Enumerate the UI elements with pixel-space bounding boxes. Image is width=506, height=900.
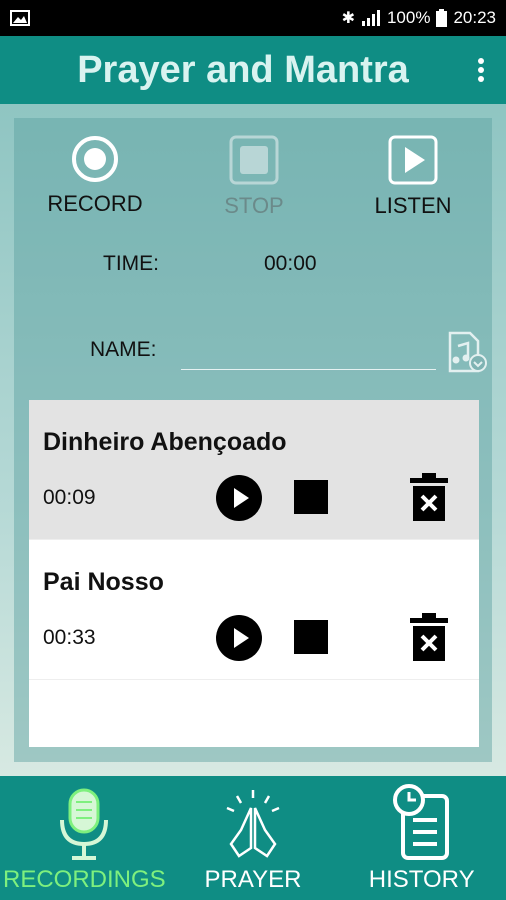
battery-icon: [436, 9, 448, 27]
stop-button[interactable]: STOP: [189, 135, 319, 219]
listen-label: LISTEN: [374, 193, 452, 218]
status-bar: ✱ 100% 20:23: [0, 0, 506, 36]
stop-label: STOP: [224, 193, 284, 218]
time-label: TIME:: [103, 252, 159, 275]
delete-icon: [410, 473, 448, 521]
gallery-notification-icon: [10, 10, 30, 26]
bottom-navigation: RECORDINGS PRAYER HISTORY: [0, 776, 506, 900]
recording-name: Dinheiro Abençoado: [43, 428, 287, 456]
play-button[interactable]: [215, 614, 263, 667]
recording-duration: 00:09: [43, 486, 96, 509]
tab-recordings-label: RECORDINGS: [2, 866, 166, 893]
recording-name: Pai Nosso: [43, 568, 164, 596]
tab-prayer-label: PRAYER: [204, 866, 302, 893]
app-bar: Prayer and Mantra: [0, 36, 506, 104]
list-item[interactable]: Dinheiro Abençoado 00:09: [29, 400, 479, 540]
record-icon: [72, 136, 118, 182]
time-value: 00:00: [264, 252, 317, 275]
play-circle-icon: [216, 615, 262, 661]
recording-name-input[interactable]: [181, 336, 436, 370]
tab-history[interactable]: HISTORY: [337, 776, 506, 900]
list-item[interactable]: Pai Nosso 00:33: [29, 540, 479, 680]
play-icon: [388, 135, 438, 185]
clock: 20:23: [453, 8, 496, 27]
stop-playback-button[interactable]: [294, 480, 328, 514]
music-file-icon: [448, 331, 487, 373]
microphone-icon: [60, 788, 109, 860]
bluetooth-icon: ✱: [341, 10, 355, 27]
history-clipboard-icon: [392, 784, 449, 860]
record-button[interactable]: RECORD: [30, 135, 160, 217]
delete-icon: [410, 613, 448, 661]
signal-icon: [361, 10, 380, 26]
delete-button[interactable]: [409, 612, 449, 667]
play-button[interactable]: [215, 474, 263, 527]
stop-playback-button[interactable]: [294, 620, 328, 654]
play-circle-icon: [216, 475, 262, 521]
tab-history-label: HISTORY: [368, 866, 475, 893]
recordings-list: Dinheiro Abençoado 00:09 Pai Nosso 00:33: [29, 400, 479, 747]
tab-prayer[interactable]: PRAYER: [169, 776, 338, 900]
tab-recordings[interactable]: RECORDINGS: [0, 776, 169, 900]
app-title: Prayer and Mantra: [77, 48, 409, 91]
battery-percent: 100%: [386, 8, 431, 27]
praying-hands-icon: [226, 790, 280, 858]
name-label: NAME:: [90, 338, 157, 361]
stop-icon: [229, 135, 279, 185]
overflow-menu-button[interactable]: [456, 57, 506, 83]
more-vert-icon: [478, 58, 484, 82]
audio-file-button[interactable]: [444, 330, 488, 379]
listen-button[interactable]: LISTEN: [348, 135, 478, 219]
record-label: RECORD: [47, 191, 143, 216]
delete-button[interactable]: [409, 472, 449, 527]
recording-duration: 00:33: [43, 626, 96, 649]
